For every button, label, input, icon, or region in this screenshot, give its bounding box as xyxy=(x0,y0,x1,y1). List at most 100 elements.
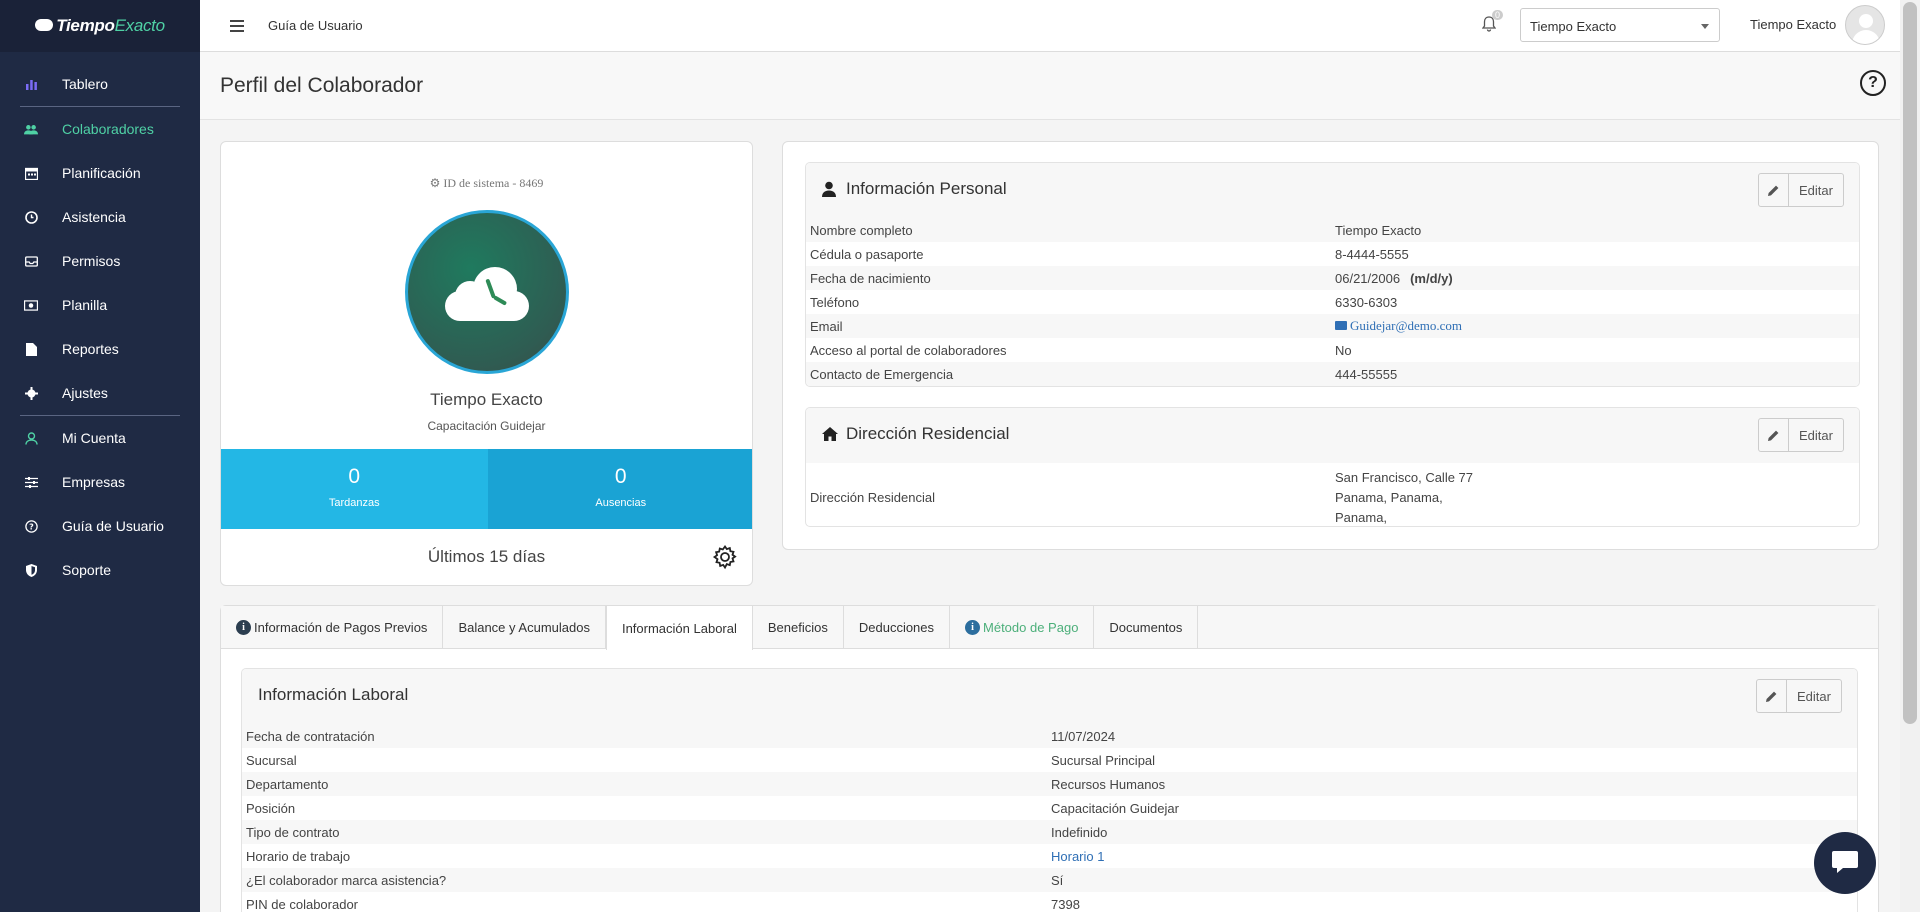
tab-beneficios[interactable]: Beneficios xyxy=(753,606,844,649)
cogs-icon: ⚙ xyxy=(429,176,441,190)
settings-gear-icon[interactable] xyxy=(712,544,738,570)
chat-bubble-icon xyxy=(1831,849,1859,878)
users-icon xyxy=(24,122,38,136)
edit-address-button[interactable]: Editar xyxy=(1758,418,1844,452)
cloud-clock-icon xyxy=(445,267,529,321)
table-row: PIN de colaborador 7398 xyxy=(242,892,1857,912)
sidebar-item-planificacion[interactable]: Planificación xyxy=(0,151,200,195)
sidebar-item-mi-cuenta[interactable]: Mi Cuenta xyxy=(0,416,200,460)
edit-laboral-button[interactable]: Editar xyxy=(1756,679,1842,713)
help-icon[interactable]: ? xyxy=(1860,70,1886,96)
email-link[interactable]: Guidejar@demo.com xyxy=(1350,318,1462,333)
sidebar-item-label: Tablero xyxy=(62,76,108,92)
panel-header: Información Personal Editar xyxy=(806,163,1859,218)
row-value: Recursos Humanos xyxy=(1051,776,1166,792)
sidebar-item-label: Colaboradores xyxy=(62,121,154,137)
info-icon: i xyxy=(965,620,981,635)
row-key: Horario de trabajo xyxy=(246,848,351,864)
edit-label: Editar xyxy=(1797,688,1831,704)
row-key: Contacto de Emergencia xyxy=(810,366,954,382)
tab-label: Información Laboral xyxy=(621,620,737,636)
page-header: Perfil del Colaborador ? xyxy=(200,52,1900,120)
table-row: Nombre completo Tiempo Exacto xyxy=(806,218,1859,242)
stat-value: 0 xyxy=(348,465,361,488)
stats-bar: 0 Tardanzas 0 Ausencias xyxy=(221,449,752,529)
top-bar: Guía de Usuario 0 Tiempo Exacto Tiempo E… xyxy=(200,0,1900,52)
table-row: Cédula o pasaporte 8-4444-5555 xyxy=(806,242,1859,266)
tab-pagos-previos[interactable]: i Información de Pagos Previos xyxy=(221,606,444,649)
edit-personal-button[interactable]: Editar xyxy=(1758,173,1844,207)
scrollbar-thumb[interactable] xyxy=(1903,2,1917,724)
page-title: Perfil del Colaborador xyxy=(220,74,424,97)
brand-name-a: Tiempo xyxy=(56,16,115,35)
address-panel: Dirección Residencial Editar Dirección R… xyxy=(805,407,1860,527)
panel-title: Dirección Residencial xyxy=(822,424,1009,444)
row-value: No xyxy=(1335,342,1352,358)
table-row: Teléfono 6330-6303 xyxy=(806,290,1859,314)
avatar[interactable] xyxy=(1845,5,1885,45)
row-key: Sucursal xyxy=(246,752,297,768)
pencil-icon xyxy=(1759,174,1789,206)
table-row: Contacto de Emergencia 444-55555 xyxy=(806,362,1859,386)
sidebar-item-asistencia[interactable]: Asistencia xyxy=(0,195,200,239)
row-key: PIN de colaborador xyxy=(246,896,359,912)
bar-chart-icon xyxy=(24,77,38,91)
sidebar-item-label: Ajustes xyxy=(62,385,108,401)
sidebar-item-planilla[interactable]: Planilla xyxy=(0,283,200,327)
sidebar-item-guia[interactable]: ? Guía de Usuario xyxy=(0,504,200,548)
table-row: Email Guidejar@demo.com xyxy=(806,314,1859,338)
profile-avatar[interactable] xyxy=(405,210,569,374)
sidebar-item-ajustes[interactable]: Ajustes xyxy=(0,371,200,415)
tab-deducciones[interactable]: Deducciones xyxy=(844,606,951,649)
row-key: Posición xyxy=(246,800,296,816)
menu-toggle-icon[interactable] xyxy=(230,19,244,32)
stat-label: Tardanzas xyxy=(328,497,380,509)
sidebar-item-label: Guía de Usuario xyxy=(62,518,164,534)
chat-button[interactable] xyxy=(1814,832,1876,894)
address-value: San Francisco, Calle 77 Panama, Panama, … xyxy=(1335,468,1473,526)
system-id-text: ID de sistema - 8469 xyxy=(443,176,544,190)
system-id: ⚙ ID de sistema - 8469 xyxy=(221,176,752,191)
pencil-icon xyxy=(1759,419,1789,451)
cloud-logo-icon xyxy=(35,19,54,31)
table-row: Fecha de contratación 11/07/2024 xyxy=(242,724,1857,748)
row-value: 11/07/2024 xyxy=(1051,728,1116,744)
table-row: Sucursal Sucursal Principal xyxy=(242,748,1857,772)
sidebar-item-empresas[interactable]: Empresas xyxy=(0,460,200,504)
tab-balance[interactable]: Balance y Acumulados xyxy=(443,606,606,649)
app-logo[interactable]: Tiempo Exacto xyxy=(0,0,200,52)
tab-label: Deducciones xyxy=(858,620,935,635)
laboral-rows: Fecha de contratación 11/07/2024 Sucursal… xyxy=(242,724,1857,912)
tab-label: Método de Pago xyxy=(983,620,1079,635)
row-key: Nombre completo xyxy=(810,222,913,238)
user-name[interactable]: Tiempo Exacto xyxy=(1750,17,1836,32)
svg-text:?: ? xyxy=(29,522,34,531)
row-value: Indefinido xyxy=(1051,824,1108,840)
tab-documentos[interactable]: Documentos xyxy=(1094,606,1199,649)
user-guide-link[interactable]: Guía de Usuario xyxy=(268,18,363,33)
tab-label: Información de Pagos Previos xyxy=(254,620,428,635)
notification-bell-icon[interactable]: 0 xyxy=(1481,10,1504,32)
sidebar-item-permisos[interactable]: Permisos xyxy=(0,239,200,283)
stat-value: 0 xyxy=(614,465,627,488)
tab-informacion-laboral[interactable]: Información Laboral xyxy=(605,606,753,650)
address-line: Panama, Panama, xyxy=(1335,490,1443,505)
sidebar-item-soporte[interactable]: Soporte xyxy=(0,548,200,592)
sidebar-item-tablero[interactable]: Tablero xyxy=(0,62,200,106)
home-icon xyxy=(822,426,838,442)
row-value: Tiempo Exacto xyxy=(1335,222,1422,238)
personal-info-panel: Información Personal Editar Nombre compl… xyxy=(805,162,1860,387)
company-select[interactable]: Tiempo Exacto xyxy=(1520,8,1720,42)
tab-label: Documentos xyxy=(1109,620,1183,635)
tab-metodo-pago[interactable]: i Método de Pago xyxy=(950,606,1095,649)
sidebar-item-reportes[interactable]: Reportes xyxy=(0,327,200,371)
sidebar-item-colaboradores[interactable]: Colaboradores xyxy=(0,107,200,151)
tab-bar: i Información de Pagos Previos Balance y … xyxy=(221,606,1878,650)
row-key: Teléfono xyxy=(810,294,860,310)
page-scrollbar[interactable] xyxy=(1900,0,1920,912)
brand-name-b: Exacto xyxy=(114,16,165,35)
tab-label: Balance y Acumulados xyxy=(458,620,590,635)
stat-tardanzas: 0 Tardanzas xyxy=(221,449,488,529)
schedule-link[interactable]: Horario 1 xyxy=(1051,849,1104,864)
row-key: Dirección Residencial xyxy=(810,490,935,505)
